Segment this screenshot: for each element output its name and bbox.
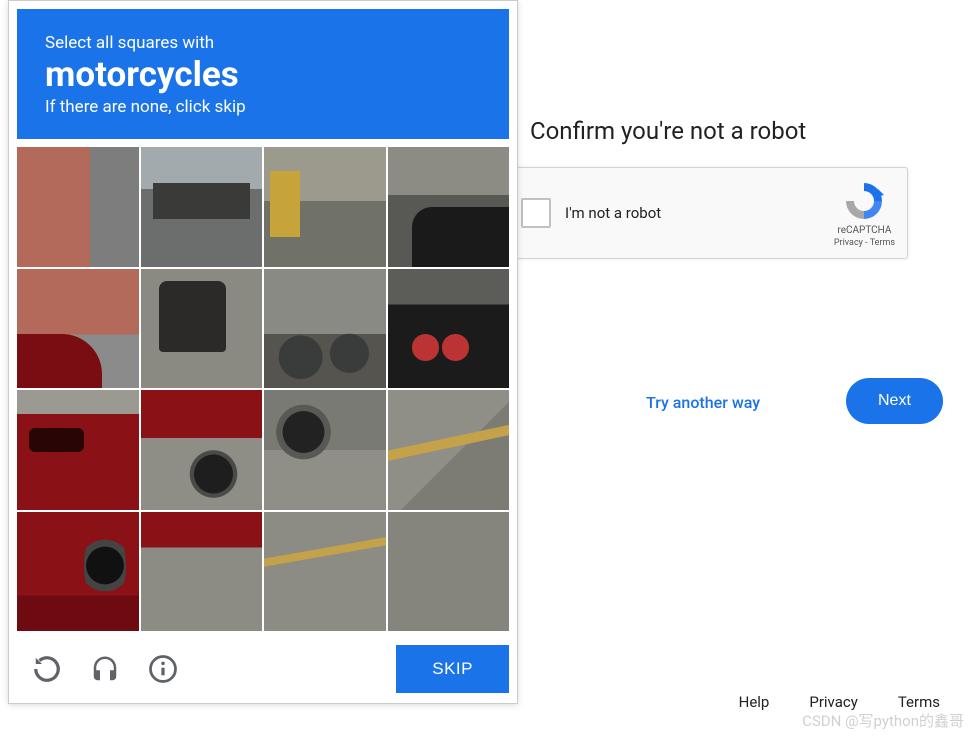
recaptcha-terms-link[interactable]: Terms bbox=[870, 238, 895, 248]
watermark-text: CSDN @写python的鑫哥 bbox=[802, 710, 964, 731]
footer-privacy-link[interactable]: Privacy bbox=[809, 693, 857, 711]
grid-tile-3-1[interactable] bbox=[141, 512, 263, 632]
challenge-header: Select all squares with motorcycles If t… bbox=[17, 9, 509, 139]
recaptcha-logo-icon bbox=[842, 179, 886, 223]
recaptcha-widget: I'm not a robot reCAPTCHA Privacy - Term… bbox=[508, 167, 908, 259]
challenge-instruction-line3: If there are none, click skip bbox=[45, 97, 481, 117]
try-another-way-link[interactable]: Try another way bbox=[646, 393, 760, 412]
grid-tile-3-2[interactable] bbox=[264, 512, 386, 632]
grid-tile-2-2[interactable] bbox=[264, 390, 386, 510]
grid-tile-0-1[interactable] bbox=[141, 147, 263, 267]
challenge-info-button[interactable] bbox=[147, 653, 179, 685]
grid-tile-1-2[interactable] bbox=[264, 269, 386, 389]
footer-help-link[interactable]: Help bbox=[739, 693, 770, 711]
grid-tile-2-0[interactable] bbox=[17, 390, 139, 510]
skip-button[interactable]: SKIP bbox=[396, 645, 509, 693]
recaptcha-badge: reCAPTCHA Privacy - Terms bbox=[834, 179, 895, 248]
grid-tile-1-0[interactable] bbox=[17, 269, 139, 389]
challenge-instruction-line1: Select all squares with bbox=[45, 33, 481, 53]
challenge-footer: SKIP bbox=[17, 639, 509, 695]
confirm-heading: Confirm you're not a robot bbox=[530, 117, 806, 145]
recaptcha-privacy-link[interactable]: Privacy bbox=[834, 238, 863, 248]
reload-icon bbox=[32, 654, 62, 684]
challenge-target-word: motorcycles bbox=[45, 55, 481, 95]
recaptcha-brand-text: reCAPTCHA bbox=[837, 225, 891, 236]
grid-tile-2-1[interactable] bbox=[141, 390, 263, 510]
grid-tile-0-2[interactable] bbox=[264, 147, 386, 267]
grid-tile-3-0[interactable] bbox=[17, 512, 139, 632]
grid-tile-0-3[interactable] bbox=[388, 147, 510, 267]
reload-challenge-button[interactable] bbox=[31, 653, 63, 685]
grid-tile-0-0[interactable] bbox=[17, 147, 139, 267]
audio-challenge-button[interactable] bbox=[89, 653, 121, 685]
challenge-image-grid bbox=[17, 147, 509, 631]
recaptcha-label: I'm not a robot bbox=[565, 204, 834, 222]
next-button[interactable]: Next bbox=[846, 378, 943, 424]
grid-tile-3-3[interactable] bbox=[388, 512, 510, 632]
challenge-footer-icons bbox=[17, 653, 179, 685]
grid-tile-1-1[interactable] bbox=[141, 269, 263, 389]
grid-tile-1-3[interactable] bbox=[388, 269, 510, 389]
captcha-challenge-card: Select all squares with motorcycles If t… bbox=[8, 0, 518, 704]
footer-terms-link[interactable]: Terms bbox=[898, 693, 940, 711]
headphones-icon bbox=[90, 654, 120, 684]
recaptcha-legal-links: Privacy - Terms bbox=[834, 238, 895, 248]
page-footer-links: Help Privacy Terms bbox=[739, 693, 940, 711]
grid-tile-2-3[interactable] bbox=[388, 390, 510, 510]
recaptcha-checkbox[interactable] bbox=[521, 198, 551, 228]
info-icon bbox=[148, 654, 178, 684]
